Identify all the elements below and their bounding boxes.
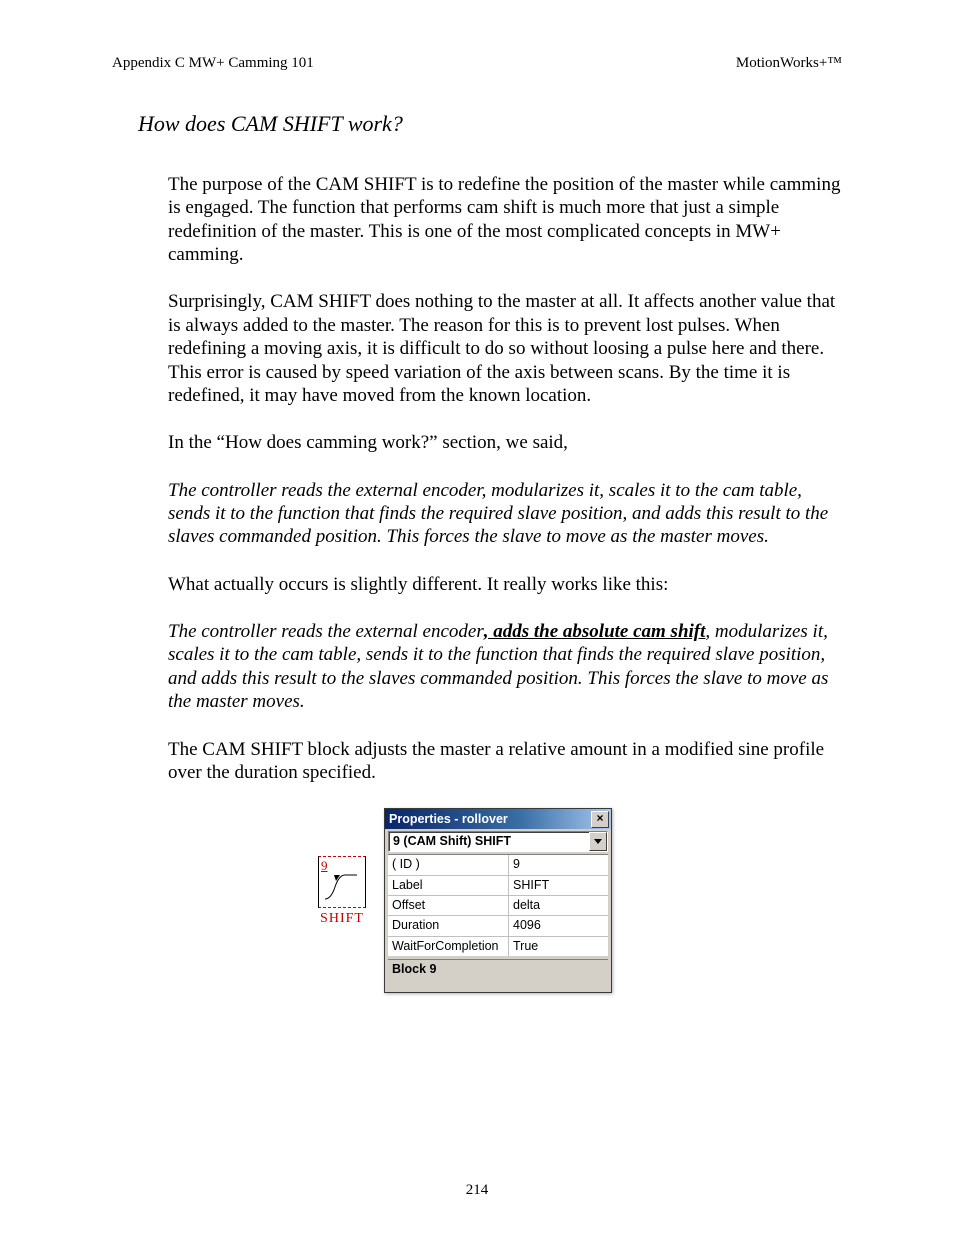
close-icon[interactable]: × xyxy=(591,811,609,828)
sine-curve-icon xyxy=(323,869,361,903)
property-key: WaitForCompletion xyxy=(388,937,509,956)
paragraph: In the “How does camming work?” section,… xyxy=(168,431,844,454)
paragraph: The CAM SHIFT block adjusts the master a… xyxy=(168,738,844,785)
property-value[interactable]: 4096 xyxy=(509,916,608,935)
property-value[interactable]: 9 xyxy=(509,855,608,874)
property-key: Duration xyxy=(388,916,509,935)
paragraph: The purpose of the CAM SHIFT is to redef… xyxy=(168,173,844,266)
chevron-down-icon[interactable] xyxy=(589,832,607,851)
header-left: Appendix C MW+ Camming 101 xyxy=(112,55,314,72)
property-key: ( ID ) xyxy=(388,855,509,874)
properties-window: Properties - rollover × 9 (CAM Shift) SH… xyxy=(384,808,612,993)
property-value[interactable]: True xyxy=(509,937,608,956)
property-row[interactable]: Duration 4096 xyxy=(388,916,608,936)
property-row[interactable]: Offset delta xyxy=(388,896,608,916)
section-title: How does CAM SHIFT work? xyxy=(138,110,844,137)
properties-combo-value: 9 (CAM Shift) SHIFT xyxy=(393,834,511,849)
header-right: MotionWorks+™ xyxy=(736,55,842,72)
page-number: 214 xyxy=(0,1182,954,1199)
text-span: The controller reads the external encode… xyxy=(168,621,484,642)
paragraph-italic: The controller reads the external encode… xyxy=(168,620,844,713)
properties-combo[interactable]: 9 (CAM Shift) SHIFT xyxy=(388,831,608,852)
shift-block-label: SHIFT xyxy=(318,910,366,927)
properties-combo-row: 9 (CAM Shift) SHIFT xyxy=(385,829,611,854)
properties-titlebar: Properties - rollover × xyxy=(385,809,611,829)
property-value[interactable]: SHIFT xyxy=(509,876,608,895)
paragraph-italic: The controller reads the external encode… xyxy=(168,479,844,549)
property-row[interactable]: WaitForCompletion True xyxy=(388,937,608,956)
paragraph: Surprisingly, CAM SHIFT does nothing to … xyxy=(168,290,844,407)
property-key: Label xyxy=(388,876,509,895)
properties-table: ( ID ) 9 Label SHIFT Offset delta Durati… xyxy=(388,854,608,956)
page-header: Appendix C MW+ Camming 101 MotionWorks+™ xyxy=(112,55,842,72)
paragraph: What actually occurs is slightly differe… xyxy=(168,573,844,596)
property-row[interactable]: Label SHIFT xyxy=(388,876,608,896)
emphasis-bold-underline: , adds the absolute cam shift xyxy=(484,621,706,642)
property-value[interactable]: delta xyxy=(509,896,608,915)
body-text: The purpose of the CAM SHIFT is to redef… xyxy=(168,173,844,784)
property-key: Offset xyxy=(388,896,509,915)
properties-footer: Block 9 xyxy=(388,959,608,992)
property-row[interactable]: ( ID ) 9 xyxy=(388,855,608,875)
shift-block-icon: 9 SHIFT xyxy=(318,856,366,927)
figure-row: 9 SHIFT Properties - rollover × 9 (CAM S… xyxy=(318,808,844,993)
page-content: How does CAM SHIFT work? The purpose of … xyxy=(138,110,844,993)
properties-title: Properties - rollover xyxy=(389,812,508,827)
